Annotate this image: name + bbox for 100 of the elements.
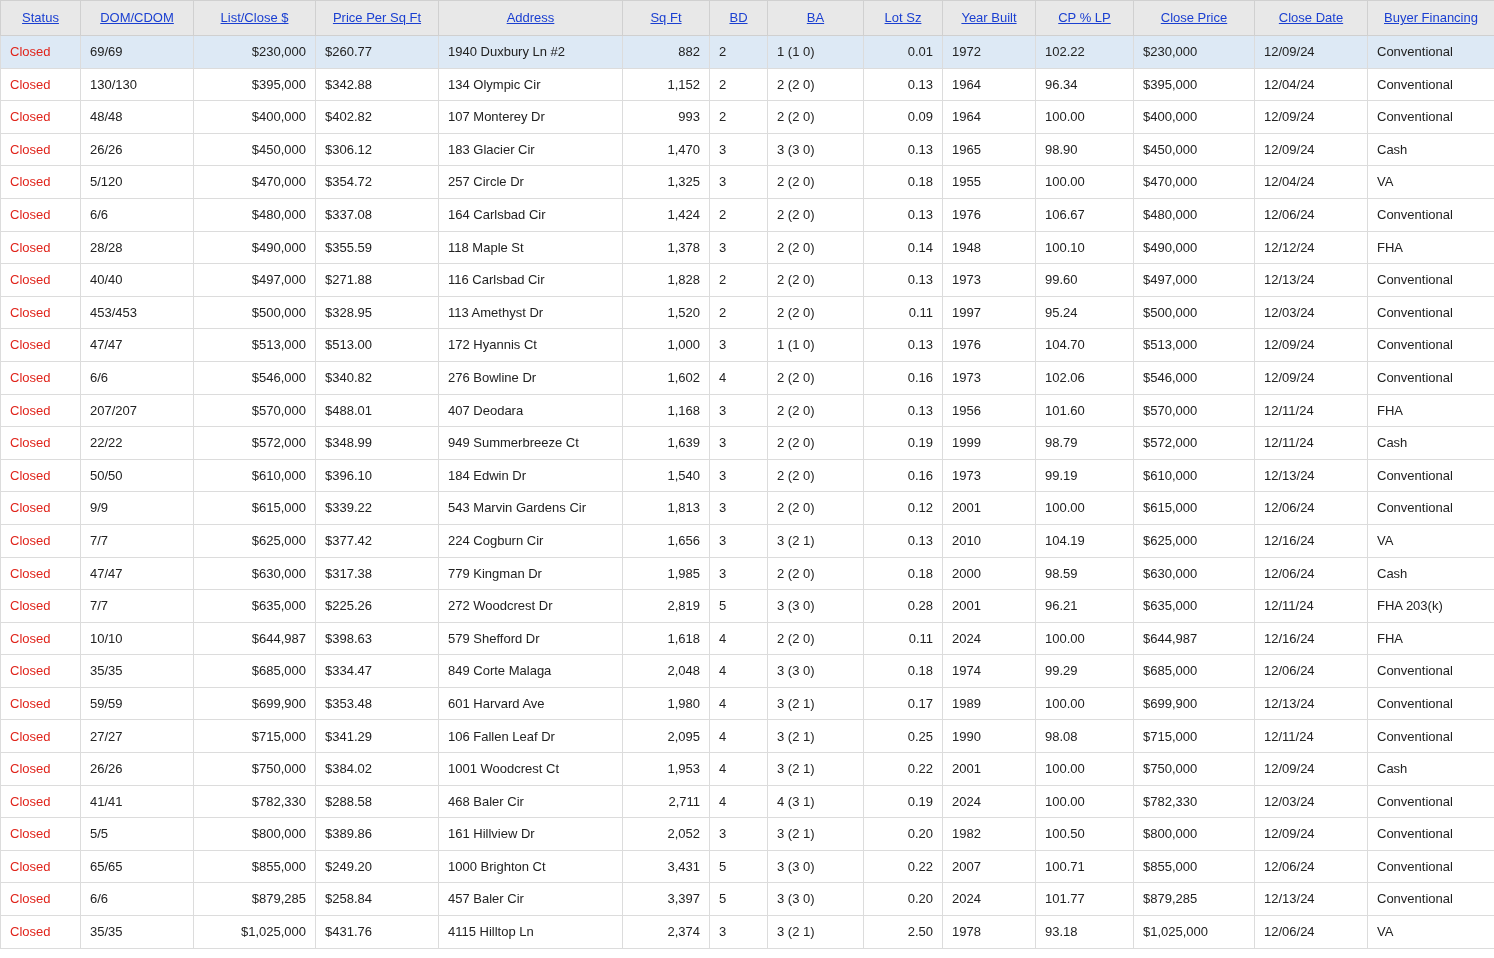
table-row[interactable]: Closed 59/59 $699,900 $353.48 601 Harvard Ave 1,980 4 3 (2 1) 0.17 1989 100.00 $699,900 12/13/24 Conventional — [0, 687, 1494, 720]
table-cell: 1,618 — [667, 630, 700, 646]
table-cell: 0.11 — [908, 630, 933, 646]
table-cell: 1999 — [952, 435, 981, 451]
table-row[interactable]: Closed 41/41 $782,330 $288.58 468 Baler Cir 2,711 4 4 (3 1) 0.19 2024 100.00 $782,330 12/03/24 Conventional — [0, 785, 1494, 818]
table-cell: $699,900 — [251, 695, 306, 711]
column-header-link[interactable]: Address — [506, 10, 555, 26]
table-cell: $635,000 — [251, 598, 306, 614]
table-cell: 3 (2 1) — [777, 532, 815, 548]
table-cell: $395,000 — [251, 76, 306, 92]
table-cell: 2 (2 0) — [777, 239, 815, 255]
column-header-link[interactable]: BD — [729, 10, 748, 26]
table-cell: VA — [1377, 924, 1394, 940]
table-row[interactable]: Closed 5/120 $470,000 $354.72 257 Circle Dr 1,325 3 2 (2 0) 0.18 1955 100.00 $470,000 12/04/24 VA — [0, 165, 1494, 199]
table-cell: 172 Hyannis Ct — [448, 337, 537, 353]
table-row[interactable]: Closed 130/130 $395,000 $342.88 134 Olympic Cir 1,152 2 2 (2 0) 0.13 1964 96.34 $395,000 12/04/24 Conventional — [0, 68, 1494, 101]
table-cell: $782,330 — [1143, 793, 1198, 809]
table-cell: $395,000 — [1143, 76, 1198, 92]
table-cell: 1,168 — [667, 402, 700, 418]
table-cell: 543 Marvin Gardens Cir — [448, 500, 586, 516]
table-cell: 101.77 — [1045, 891, 1085, 907]
table-row[interactable]: Closed 50/50 $610,000 $396.10 184 Edwin Dr 1,540 3 2 (2 0) 0.16 1973 99.19 $610,000 12/13/24 Conventional — [0, 459, 1494, 492]
table-row[interactable]: Closed 27/27 $715,000 $341.29 106 Fallen Leaf Dr 2,095 4 3 (2 1) 0.25 1990 98.08 $715,000 12/11/24 Conventional — [0, 719, 1494, 753]
table-cell: 164 Carlsbad Cir — [448, 207, 546, 222]
table-cell: $353.48 — [325, 695, 372, 711]
table-cell: 4 — [719, 695, 727, 711]
table-row[interactable]: Closed 22/22 $572,000 $348.99 949 Summerbreeze Ct 1,639 3 2 (2 0) 0.19 1999 98.79 $572,000 12/11/24 Cash — [0, 426, 1494, 460]
table-cell: 579 Shefford Dr — [448, 630, 540, 646]
status-text: Closed — [10, 891, 51, 907]
table-cell: $635,000 — [1143, 598, 1198, 614]
table-row[interactable]: Closed 7/7 $635,000 $225.26 272 Woodcrest Dr 2,819 5 3 (3 0) 0.28 2001 96.21 $635,000 12/11/24 FHA 203(k) — [0, 589, 1494, 623]
table-cell: 257 Circle Dr — [448, 174, 524, 190]
table-row[interactable]: Closed 69/69 $230,000 $260.77 1940 Duxbury Ln #2 882 2 1 (1 0) 0.01 1972 102.22 $230,000 12/09/24 Conventional — [0, 35, 1494, 69]
table-cell: 1,470 — [667, 141, 700, 157]
table-cell: 3 — [719, 532, 727, 548]
table-row[interactable]: Closed 6/6 $480,000 $337.08 164 Carlsbad Cir 1,424 2 2 (2 0) 0.13 1976 106.67 $480,000 12/06/24 Conventional — [0, 198, 1494, 232]
table-cell: 2 (2 0) — [777, 435, 815, 451]
table-cell: $630,000 — [1143, 565, 1198, 581]
table-row[interactable]: Closed 6/6 $546,000 $340.82 276 Bowline Dr 1,602 4 2 (2 0) 0.16 1973 102.06 $546,000 12/09/24 Conventional — [0, 361, 1494, 395]
table-row[interactable]: Closed 6/6 $879,285 $258.84 457 Baler Cir 3,397 5 3 (3 0) 0.20 2024 101.77 $879,285 12/13/24 Conventional — [0, 882, 1494, 916]
table-row[interactable]: Closed 26/26 $450,000 $306.12 183 Glacier Cir 1,470 3 3 (3 0) 0.13 1965 98.90 $450,000 12/09/24 Cash — [0, 133, 1494, 166]
table-cell: 2024 — [952, 891, 981, 907]
table-cell: 276 Bowline Dr — [448, 370, 537, 385]
table-cell: 1976 — [952, 207, 981, 222]
column-header-link[interactable]: BA — [806, 10, 825, 26]
table-cell: 99.60 — [1045, 272, 1078, 288]
table-row[interactable]: Closed 28/28 $490,000 $355.59 118 Maple St 1,378 3 2 (2 0) 0.14 1948 100.10 $490,000 12/12/24 FHA — [0, 231, 1494, 264]
table-cell: 2 (2 0) — [777, 207, 815, 222]
table-cell: 134 Olympic Cir — [448, 76, 541, 92]
table-row[interactable]: Closed 10/10 $644,987 $398.63 579 Shefford Dr 1,618 4 2 (2 0) 0.11 2024 100.00 $644,987 12/16/24 FHA — [0, 622, 1494, 655]
table-cell: 3 (3 0) — [777, 858, 815, 874]
table-cell: 4 (3 1) — [777, 793, 815, 809]
table-cell: 2 (2 0) — [777, 630, 815, 646]
status-text: Closed — [10, 435, 51, 451]
table-cell: $782,330 — [251, 793, 306, 809]
table-row[interactable]: Closed 35/35 $1,025,000 $431.76 4115 Hilltop Ln 2,374 3 3 (2 1) 2.50 1978 93.18 $1,025,000 12/06/24 VA — [0, 915, 1494, 949]
table-row[interactable]: Closed 47/47 $630,000 $317.38 779 Kingman Dr 1,985 3 2 (2 0) 0.18 2000 98.59 $630,000 12/06/24 Cash — [0, 557, 1494, 590]
table-cell: $470,000 — [1143, 174, 1198, 190]
table-row[interactable]: Closed 47/47 $513,000 $513.00 172 Hyannis Ct 1,000 3 1 (1 0) 0.13 1976 104.70 $513,000 12/09/24 Conventional — [0, 328, 1494, 362]
table-cell: 93.18 — [1045, 924, 1078, 940]
table-row[interactable]: Closed 5/5 $800,000 $389.86 161 Hillview Dr 2,052 3 3 (2 1) 0.20 1982 100.50 $800,000 12/09/24 Conventional — [0, 817, 1494, 851]
table-row[interactable]: Closed 26/26 $750,000 $384.02 1001 Woodcrest Ct 1,953 4 3 (2 1) 0.22 2001 100.00 $750,000 12/09/24 Cash — [0, 752, 1494, 786]
status-text: Closed — [10, 793, 51, 809]
table-row[interactable]: Closed 35/35 $685,000 $334.47 849 Corte Malaga 2,048 4 3 (3 0) 0.18 1974 99.29 $685,000 12/06/24 Conventional — [0, 654, 1494, 688]
status-text: Closed — [10, 337, 51, 353]
table-row[interactable]: Closed 207/207 $570,000 $488.01 407 Deodara 1,168 3 2 (2 0) 0.13 1956 101.60 $570,000 12/11/24 FHA — [0, 394, 1494, 427]
table-cell: 1955 — [952, 174, 981, 190]
table-cell: $490,000 — [251, 239, 306, 255]
table-cell: $396.10 — [325, 467, 372, 483]
table-row[interactable]: Closed 40/40 $497,000 $271.88 116 Carlsbad Cir 1,828 2 2 (2 0) 0.13 1973 99.60 $497,000 12/13/24 Conventional — [0, 263, 1494, 297]
table-cell: 3 (3 0) — [777, 141, 815, 157]
table-cell: 5 — [719, 858, 727, 874]
table-cell: 98.08 — [1045, 728, 1078, 744]
table-cell: $337.08 — [325, 207, 372, 222]
table-cell: 601 Harvard Ave — [448, 695, 545, 711]
table-row[interactable]: Closed 9/9 $615,000 $339.22 543 Marvin Gardens Cir 1,813 3 2 (2 0) 0.12 2001 100.00 $615,000 12/06/24 Conventional — [0, 491, 1494, 525]
table-row[interactable]: Closed 453/453 $500,000 $328.95 113 Amethyst Dr 1,520 2 2 (2 0) 0.11 1997 95.24 $500,000 12/03/24 Conventional — [0, 296, 1494, 329]
column-header-link[interactable]: Sq Ft — [650, 10, 682, 26]
table-cell: 184 Edwin Dr — [448, 467, 527, 483]
table-cell: 4 — [719, 630, 727, 646]
table-cell: 96.34 — [1045, 76, 1078, 92]
table-cell: Cash — [1377, 565, 1408, 581]
table-cell: FHA 203(k) — [1377, 598, 1443, 614]
table-cell: $480,000 — [1143, 207, 1198, 222]
table-cell: 0.18 — [907, 174, 933, 190]
table-cell: $342.88 — [325, 76, 372, 92]
table-cell: Conventional — [1377, 728, 1453, 744]
table-cell: 101.60 — [1045, 402, 1085, 418]
table-cell: 118 Maple St — [448, 239, 524, 255]
table-cell: FHA — [1377, 239, 1403, 255]
table-cell: $317.38 — [325, 565, 372, 581]
table-cell: 0.13 — [907, 272, 933, 288]
table-cell: 3 — [719, 826, 727, 842]
table-cell: $572,000 — [251, 435, 306, 451]
table-row[interactable]: Closed 7/7 $625,000 $377.42 224 Cogburn Cir 1,656 3 3 (2 1) 0.13 2010 104.19 $625,000 12/16/24 VA — [0, 524, 1494, 557]
table-cell: $355.59 — [325, 239, 372, 255]
table-cell: Conventional — [1377, 109, 1453, 125]
table-row[interactable]: Closed 48/48 $400,000 $402.82 107 Monterey Dr 993 2 2 (2 0) 0.09 1964 100.00 $400,000 12/09/24 Conventional — [0, 100, 1494, 134]
table-row[interactable]: Closed 65/65 $855,000 $249.20 1000 Brighton Ct 3,431 5 3 (3 0) 0.22 2007 100.71 $855,000 12/06/24 Conventional — [0, 850, 1494, 883]
table-cell: Conventional — [1377, 500, 1453, 516]
